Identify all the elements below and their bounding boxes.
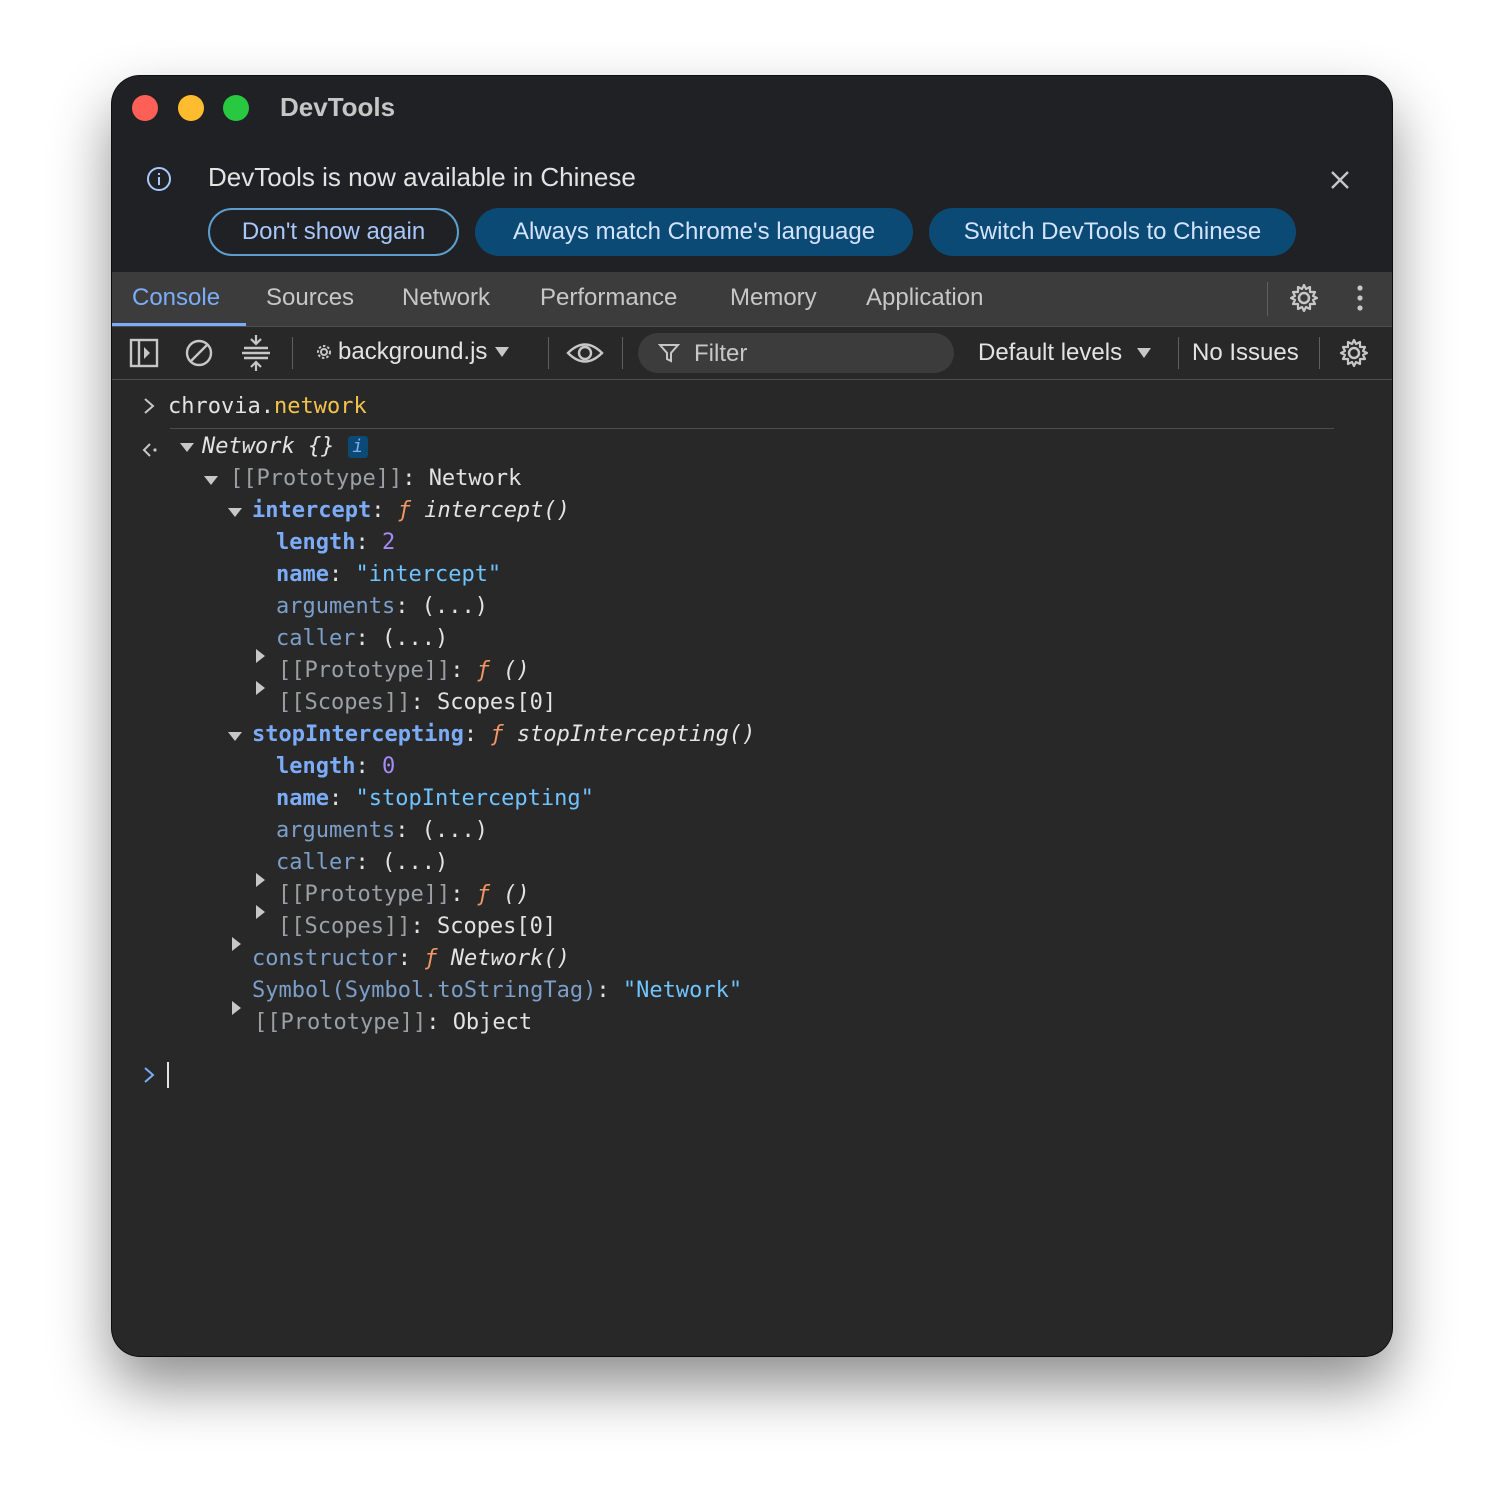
info-icon xyxy=(147,167,171,191)
result-arrow-icon xyxy=(142,443,157,457)
more-options-icon[interactable] xyxy=(1350,282,1370,314)
property-row: length: 2 xyxy=(276,530,396,555)
console-prompt-input[interactable] xyxy=(167,1062,169,1088)
expand-toggle[interactable] xyxy=(180,443,194,452)
info-icon[interactable]: i xyxy=(347,436,368,458)
console-toolbar: background.js Filter Default levels No I… xyxy=(112,327,1392,380)
filter-icon xyxy=(658,344,680,363)
window-title: DevTools xyxy=(280,92,396,122)
minimize-window-button[interactable] xyxy=(178,95,204,121)
property-row[interactable]: caller: (...) xyxy=(276,848,448,878)
input-prompt-icon xyxy=(144,398,155,414)
toolbar-divider xyxy=(292,337,293,369)
live-expression-eye-icon[interactable] xyxy=(566,338,604,368)
toolbar-divider xyxy=(548,337,549,369)
settings-gear-icon[interactable] xyxy=(1288,282,1320,314)
object-prototype-row[interactable]: [[Prototype]]: Object xyxy=(254,1008,532,1038)
log-levels-label: Default levels xyxy=(978,339,1123,366)
expand-toggle[interactable] xyxy=(232,1001,241,1015)
tab-application[interactable]: Application xyxy=(866,284,983,312)
property-row: name: "stopIntercepting" xyxy=(276,786,594,811)
active-tab-indicator xyxy=(112,323,246,326)
expand-toggle[interactable] xyxy=(256,681,265,695)
context-selector[interactable]: background.js xyxy=(316,338,511,366)
filter-input[interactable]: Filter xyxy=(638,333,954,373)
tab-console[interactable]: Console xyxy=(132,284,220,312)
property-row: length: 0 xyxy=(276,754,396,779)
prototype-row[interactable]: [[Prototype]]: Network xyxy=(230,464,521,494)
panel-tabs: Console Sources Network Performance Memo… xyxy=(112,272,1392,327)
intercept-row[interactable]: intercept: ƒ intercept() xyxy=(252,496,570,526)
constructor-row[interactable]: constructor: ƒ Network() xyxy=(252,944,570,974)
chevron-down-icon xyxy=(1136,348,1151,358)
issues-counter[interactable]: No Issues xyxy=(1192,339,1299,367)
devtools-window: DevTools DevTools is now available in Ch… xyxy=(112,76,1392,1356)
tab-sources[interactable]: Sources xyxy=(266,284,354,312)
property-row: name: "intercept" xyxy=(276,562,502,587)
expand-toggle[interactable] xyxy=(204,476,218,485)
property-row[interactable]: arguments: (...) xyxy=(276,592,488,622)
title-bar: DevTools xyxy=(112,76,1392,140)
property-row[interactable]: arguments: (...) xyxy=(276,816,488,846)
log-levels-dropdown[interactable]: Default levels xyxy=(978,339,1153,367)
close-icon[interactable] xyxy=(1328,168,1352,192)
dont-show-again-button[interactable]: Don't show again xyxy=(208,208,459,256)
console-settings-icon[interactable] xyxy=(1338,337,1370,369)
zoom-window-button[interactable] xyxy=(223,95,249,121)
prompt-chevron-icon xyxy=(144,1067,155,1083)
tab-network[interactable]: Network xyxy=(402,284,490,312)
expand-toggle[interactable] xyxy=(232,937,241,951)
symbol-row: Symbol(Symbol.toStringTag): "Network" xyxy=(252,978,743,1003)
property-row[interactable]: [[Scopes]]: Scopes[0] xyxy=(278,912,556,942)
property-row[interactable]: caller: (...) xyxy=(276,624,448,654)
chevron-down-icon xyxy=(495,347,510,357)
result-head[interactable]: Network {} i xyxy=(202,432,368,462)
console-output[interactable]: chrovia.network Network {} i [[Prototype… xyxy=(112,380,1392,1356)
switch-to-chinese-button[interactable]: Switch DevTools to Chinese xyxy=(929,208,1296,256)
tab-memory[interactable]: Memory xyxy=(730,284,817,312)
expand-toggle[interactable] xyxy=(228,732,242,741)
sidebar-toggle-icon[interactable] xyxy=(129,338,159,368)
entry-divider xyxy=(170,428,1334,429)
expand-toggle[interactable] xyxy=(228,508,242,517)
toolbar-divider xyxy=(622,337,623,369)
expand-toggle[interactable] xyxy=(256,905,265,919)
close-window-button[interactable] xyxy=(132,95,158,121)
gear-icon xyxy=(317,345,331,359)
clear-console-icon[interactable] xyxy=(184,338,214,368)
match-chrome-language-button[interactable]: Always match Chrome's language xyxy=(475,208,913,256)
property-row[interactable]: [[Prototype]]: ƒ () xyxy=(278,656,530,686)
property-row[interactable]: [[Scopes]]: Scopes[0] xyxy=(278,688,556,718)
tab-performance[interactable]: Performance xyxy=(540,284,677,312)
filter-placeholder: Filter xyxy=(694,340,748,367)
infobar-message: DevTools is now available in Chinese xyxy=(208,162,636,192)
expand-toggle[interactable] xyxy=(256,649,265,663)
expand-toggle[interactable] xyxy=(256,873,265,887)
stop-intercepting-row[interactable]: stopIntercepting: ƒ stopIntercepting() xyxy=(252,720,755,750)
toolbar-divider xyxy=(1319,337,1320,369)
toolbar-divider xyxy=(1178,337,1179,369)
property-row[interactable]: [[Prototype]]: ƒ () xyxy=(278,880,530,910)
collapse-groups-icon[interactable] xyxy=(240,334,272,372)
console-input-echo: chrovia.network xyxy=(168,394,367,419)
context-label: background.js xyxy=(338,338,488,365)
tabbar-divider xyxy=(1267,282,1268,316)
